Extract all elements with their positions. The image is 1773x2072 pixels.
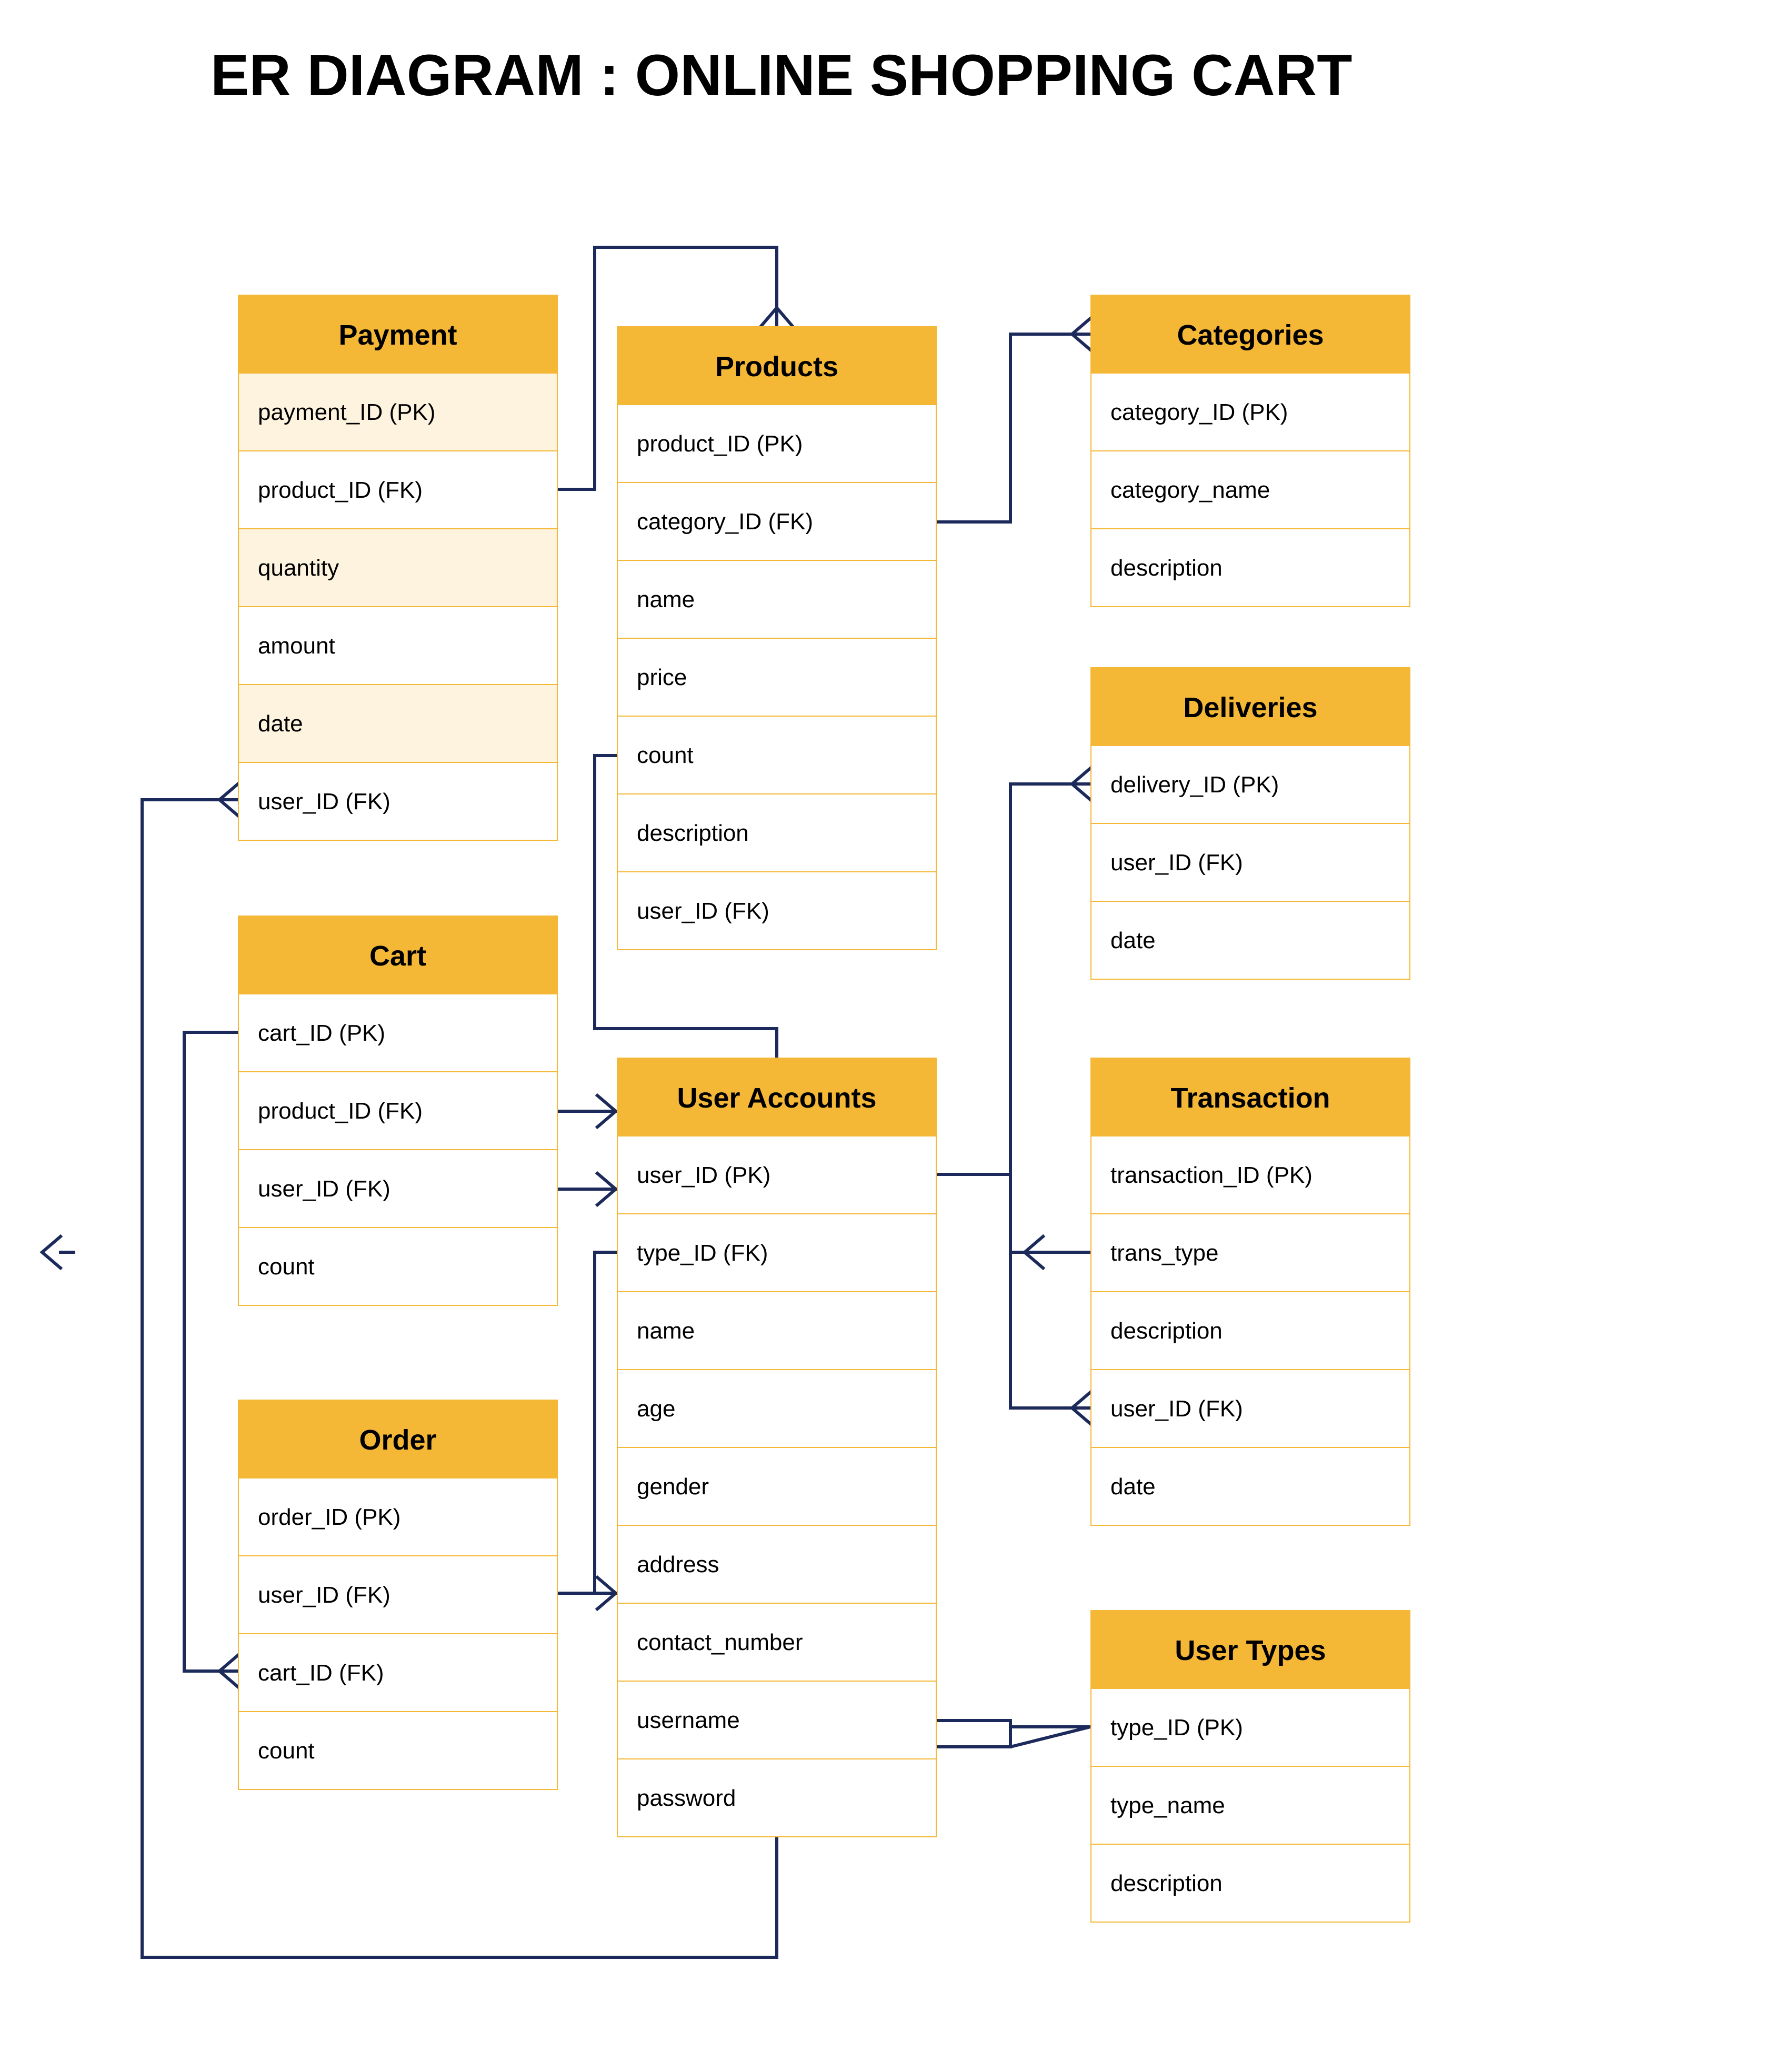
entity-transaction: Transactiontransaction_ID (PK)trans_type… — [1090, 1058, 1410, 1526]
entity-attribute: count — [617, 717, 937, 794]
entity-attribute: user_ID (PK) — [617, 1136, 937, 1214]
entity-attribute: delivery_ID (PK) — [1090, 746, 1410, 824]
entity-attribute: date — [1090, 1448, 1410, 1526]
entity-attribute: name — [617, 561, 937, 639]
entity-user_accounts: User Accountsuser_ID (PK)type_ID (FK)nam… — [617, 1058, 937, 1837]
entity-attribute: price — [617, 639, 937, 717]
entity-attribute: contact_number — [617, 1604, 937, 1682]
entity-attribute: password — [617, 1759, 937, 1837]
entity-header: User Accounts — [617, 1058, 937, 1136]
entity-header: Payment — [238, 295, 558, 374]
entity-attribute: product_ID (FK) — [238, 451, 558, 529]
entity-products: Productsproduct_ID (PK)category_ID (FK)n… — [617, 326, 937, 950]
entity-attribute: category_ID (FK) — [617, 483, 937, 561]
entity-attribute: order_ID (PK) — [238, 1478, 558, 1556]
entity-attribute: user_ID (FK) — [1090, 824, 1410, 902]
entity-attribute: date — [1090, 902, 1410, 980]
entity-order: Orderorder_ID (PK)user_ID (FK)cart_ID (F… — [238, 1400, 558, 1790]
entity-attribute: user_ID (FK) — [238, 1150, 558, 1228]
entity-deliveries: Deliveriesdelivery_ID (PK)user_ID (FK)da… — [1090, 667, 1410, 980]
entity-attribute: transaction_ID (PK) — [1090, 1136, 1410, 1214]
diagram-canvas: ER DIAGRAM : ONLINE SHOPPING CART Paymen… — [0, 0, 1773, 2072]
entity-categories: Categoriescategory_ID (PK)category_named… — [1090, 295, 1410, 607]
entity-header: Order — [238, 1400, 558, 1478]
entity-attribute: description — [1090, 1292, 1410, 1370]
entity-attribute: age — [617, 1370, 937, 1448]
entity-attribute: description — [1090, 529, 1410, 607]
entity-attribute: user_ID (FK) — [238, 1556, 558, 1634]
entity-attribute: trans_type — [1090, 1214, 1410, 1292]
entity-attribute: type_ID (PK) — [1090, 1689, 1410, 1767]
entity-attribute: count — [238, 1228, 558, 1306]
entity-attribute: type_ID (FK) — [617, 1214, 937, 1292]
entity-header: Deliveries — [1090, 667, 1410, 746]
entity-attribute: product_ID (FK) — [238, 1072, 558, 1150]
entity-header: Categories — [1090, 295, 1410, 374]
entity-attribute: quantity — [238, 529, 558, 607]
diagram-title: ER DIAGRAM : ONLINE SHOPPING CART — [211, 42, 1353, 109]
entity-attribute: address — [617, 1526, 937, 1604]
entity-cart: Cartcart_ID (PK)product_ID (FK)user_ID (… — [238, 916, 558, 1306]
entity-user_types: User Typestype_ID (PK)type_namedescripti… — [1090, 1610, 1410, 1923]
entity-attribute: date — [238, 685, 558, 763]
entity-attribute: name — [617, 1292, 937, 1370]
entity-header: User Types — [1090, 1610, 1410, 1689]
entity-header: Transaction — [1090, 1058, 1410, 1136]
entity-attribute: cart_ID (PK) — [238, 994, 558, 1072]
entity-attribute: category_ID (PK) — [1090, 374, 1410, 451]
entity-attribute: description — [617, 794, 937, 872]
entity-attribute: user_ID (FK) — [1090, 1370, 1410, 1448]
entity-attribute: user_ID (FK) — [238, 763, 558, 841]
entity-attribute: count — [238, 1712, 558, 1790]
entity-attribute: product_ID (PK) — [617, 405, 937, 483]
entity-attribute: cart_ID (FK) — [238, 1634, 558, 1712]
entity-attribute: gender — [617, 1448, 937, 1526]
entity-attribute: category_name — [1090, 451, 1410, 529]
entity-header: Cart — [238, 916, 558, 994]
entity-attribute: username — [617, 1682, 937, 1759]
entity-attribute: type_name — [1090, 1767, 1410, 1845]
entity-attribute: description — [1090, 1845, 1410, 1923]
entity-attribute: payment_ID (PK) — [238, 374, 558, 451]
entity-attribute: user_ID (FK) — [617, 872, 937, 950]
entity-payment: Paymentpayment_ID (PK)product_ID (FK)qua… — [238, 295, 558, 841]
entity-attribute: amount — [238, 607, 558, 685]
entity-header: Products — [617, 326, 937, 405]
